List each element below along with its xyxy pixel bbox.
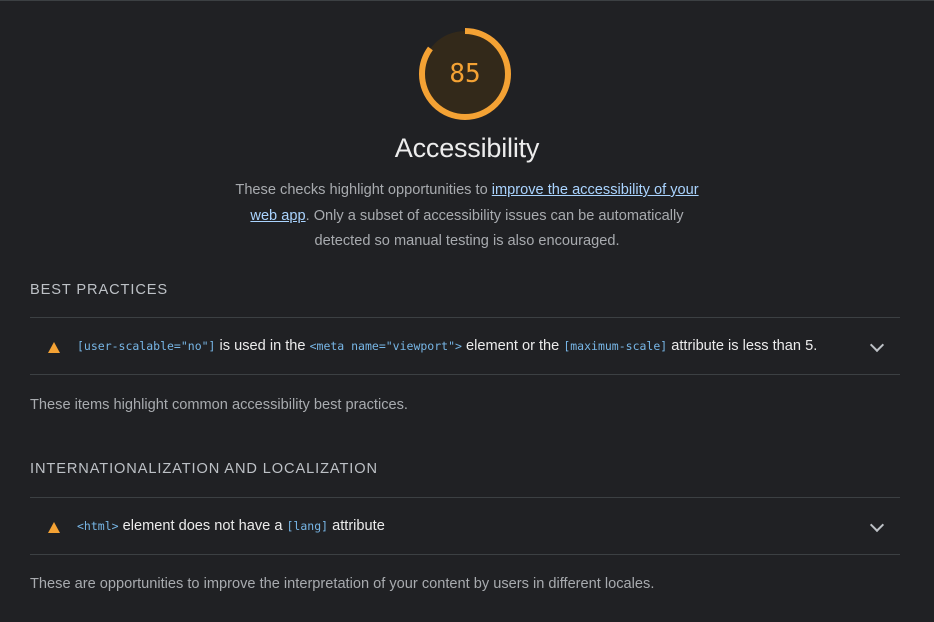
- code-snippet: [lang]: [286, 519, 329, 533]
- audit-title: <html> element does not have a [lang] at…: [77, 498, 385, 554]
- audit-text: attribute is less than 5.: [667, 338, 818, 354]
- code-snippet: [maximum-scale]: [563, 339, 668, 353]
- audit-text: is used in the: [215, 338, 310, 354]
- category-description: These checks highlight opportunities to …: [222, 178, 712, 255]
- audit-text: element does not have a: [118, 518, 287, 534]
- audit-row-html-lang[interactable]: <html> element does not have a [lang] at…: [30, 497, 900, 555]
- warning-triangle-icon: [48, 522, 60, 533]
- code-snippet: <html>: [77, 519, 119, 533]
- description-text-before: These checks highlight opportunities to: [235, 182, 492, 198]
- group-header-i18n: INTERNATIONALIZATION AND LOCALIZATION: [30, 461, 378, 477]
- audit-text: element or the: [461, 338, 564, 354]
- description-text-after: . Only a subset of accessibility issues …: [305, 207, 684, 250]
- group-header-best-practices: BEST PRACTICES: [30, 282, 169, 298]
- top-border: [0, 0, 934, 1]
- audit-title: [user-scalable="no"] is used in the <met…: [77, 318, 817, 374]
- group-description-i18n: These are opportunities to improve the i…: [30, 576, 655, 592]
- group-description-best-practices: These items highlight common accessibili…: [30, 397, 408, 413]
- audit-row-user-scalable[interactable]: [user-scalable="no"] is used in the <met…: [30, 317, 900, 375]
- score-gauge[interactable]: 85: [418, 27, 512, 121]
- chevron-down-icon[interactable]: [869, 517, 885, 533]
- category-title: Accessibility: [394, 133, 540, 163]
- chevron-down-icon[interactable]: [869, 337, 885, 353]
- code-snippet: [user-scalable="no"]: [77, 339, 216, 353]
- warning-triangle-icon: [48, 342, 60, 353]
- code-snippet: <meta name="viewport">: [309, 339, 462, 353]
- score-value: 85: [449, 59, 481, 89]
- audit-text: attribute: [328, 518, 385, 534]
